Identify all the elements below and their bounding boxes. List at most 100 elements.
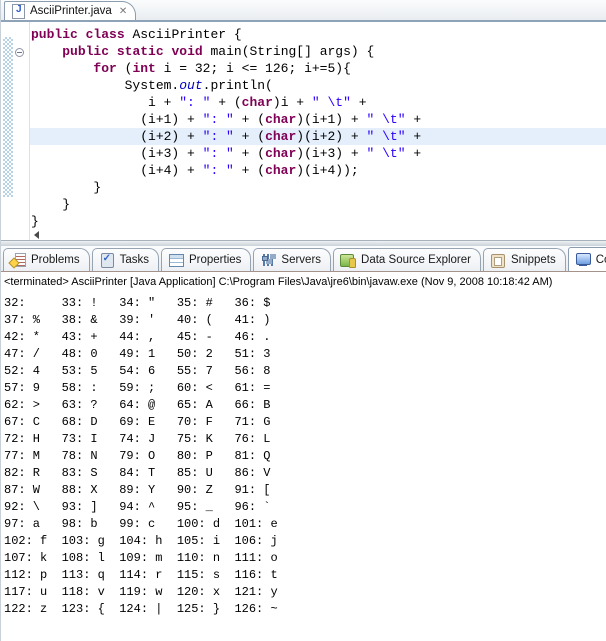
console-line: 97: a 98: b 99: c 100: d 101: e [4,516,606,533]
console-line: 107: k 108: l 109: m 110: n 111: o [4,550,606,567]
console-line: 82: R 83: S 84: T 85: U 86: V [4,465,606,482]
tab-problems[interactable]: Problems [3,248,90,271]
code-token: ": " [203,163,234,178]
editor-tab-label: AsciiPrinter.java [30,5,112,17]
tab-label: Snippets [511,254,556,266]
code-line[interactable]: } [30,213,606,230]
code-line[interactable]: (i+4) + ": " + (char)(i+4)); [30,162,606,179]
code-token: out [179,78,202,93]
collapse-icon[interactable] [15,48,24,57]
code-line-current[interactable]: (i+2) + ": " + (char)(i+2) + " \t" + [30,128,606,145]
editor-tabbar: AsciiPrinter.java ✕ [1,0,606,22]
code-token: " \t" [367,146,406,161]
code-token: ": " [179,95,210,110]
console-line: 32: 33: ! 34: " 35: # 36: $ [4,295,606,312]
code-token: void [171,44,202,59]
console-line: 47: / 48: 0 49: 1 50: 2 51: 3 [4,346,606,363]
code-token: int [132,61,155,76]
code-token: char [265,129,296,144]
console-output[interactable]: 32: 33: ! 34: " 35: # 36: $37: % 38: & 3… [1,292,606,641]
code-token: + [406,112,422,127]
console-line: 102: f 103: g 104: h 105: i 106: j [4,533,606,550]
console-icon [575,252,591,268]
code-token: (i+2) + [31,129,203,144]
tasks-icon [99,252,115,268]
code-token: char [265,112,296,127]
panel-tabbar: Problems Tasks Properties Servers Data Sourc… [1,246,606,272]
scroll-left-arrow-icon[interactable] [34,231,39,239]
code-token: AsciiPrinter { [125,27,242,42]
code-token: " \t" [312,95,351,110]
code-token: (i+3) + [31,146,203,161]
code-token [78,27,86,42]
code-token: ": " [203,146,234,161]
tab-label: Console [596,254,606,266]
console-process-header: <terminated> AsciiPrinter [Java Applicat… [1,273,606,292]
tab-asciiprinter-java[interactable]: AsciiPrinter.java ✕ [4,1,136,20]
code-token: + [351,95,367,110]
tab-label: Problems [31,254,80,266]
code-token: )(i+1) + [296,112,366,127]
tab-servers[interactable]: Servers [253,248,331,271]
tab-tasks[interactable]: Tasks [92,248,159,271]
code-token [31,44,62,59]
console-line: 62: > 63: ? 64: @ 65: A 66: B [4,397,606,414]
code-token: + ( [234,112,265,127]
code-token: static [117,44,164,59]
code-token: } [31,197,70,212]
console-line: 37: % 38: & 39: ' 40: ( 41: ) [4,312,606,329]
java-file-icon [10,3,26,19]
code-line[interactable]: i + ": " + (char)i + " \t" + [30,94,606,111]
editor-code: public class AsciiPrinter { public stati… [30,26,606,230]
code-token: ": " [203,129,234,144]
code-token: class [86,27,125,42]
code-token: + ( [234,146,265,161]
code-line[interactable]: public static void main(String[] args) { [30,43,606,60]
code-token: + ( [234,129,265,144]
console-line: 112: p 113: q 114: r 115: s 116: t [4,567,606,584]
code-token: i = 32; i <= 126; i+=5){ [156,61,351,76]
code-token: char [265,163,296,178]
code-line[interactable]: (i+3) + ": " + (char)(i+3) + " \t" + [30,145,606,162]
tab-console[interactable]: Console✕ [568,247,606,271]
code-token: char [242,95,273,110]
eclipse-window: AsciiPrinter.java ✕ public class AsciiPr… [0,0,606,641]
code-token: public [31,27,78,42]
code-editor[interactable]: public class AsciiPrinter { public stati… [1,22,606,240]
code-token: ( [117,61,133,76]
code-token: (i+1) + [31,112,203,127]
code-token: + ( [234,163,265,178]
code-line[interactable]: public class AsciiPrinter { [30,26,606,43]
console-line: 92: \ 93: ] 94: ^ 95: _ 96: ` [4,499,606,516]
code-line[interactable]: (i+1) + ": " + (char)(i+1) + " \t" + [30,111,606,128]
tab-label: Data Source Explorer [361,254,471,266]
code-line[interactable]: } [30,196,606,213]
code-token: main(String[] args) { [203,44,375,59]
code-token [31,61,93,76]
code-line[interactable]: for (int i = 32; i <= 126; i+=5){ [30,60,606,77]
code-token: i + [31,95,179,110]
code-line[interactable]: System.out.println( [30,77,606,94]
code-token: public [62,44,109,59]
code-line[interactable]: } [30,179,606,196]
code-token: + ( [210,95,241,110]
tab-snippets[interactable]: Snippets [483,248,566,271]
console-line: 117: u 118: v 119: w 120: x 121: y [4,584,606,601]
tab-data-source-explorer[interactable]: Data Source Explorer [333,248,481,271]
code-token: + [406,146,422,161]
code-token [109,44,117,59]
snippets-icon [490,252,506,268]
console-line: 52: 4 53: 5 54: 6 55: 7 56: 8 [4,363,606,380]
tab-label: Properties [189,254,241,266]
code-token: )(i+3) + [296,146,366,161]
code-token: )i + [273,95,312,110]
code-token: + [406,129,422,144]
code-token: char [265,146,296,161]
close-icon[interactable]: ✕ [119,6,127,17]
console-line: 42: * 43: + 44: , 45: - 46: . [4,329,606,346]
servers-icon [260,252,276,268]
tab-properties[interactable]: Properties [161,248,251,271]
console-line: 122: z 123: { 124: | 125: } 126: ~ [4,601,606,618]
code-token: System. [31,78,179,93]
code-token: for [93,61,116,76]
